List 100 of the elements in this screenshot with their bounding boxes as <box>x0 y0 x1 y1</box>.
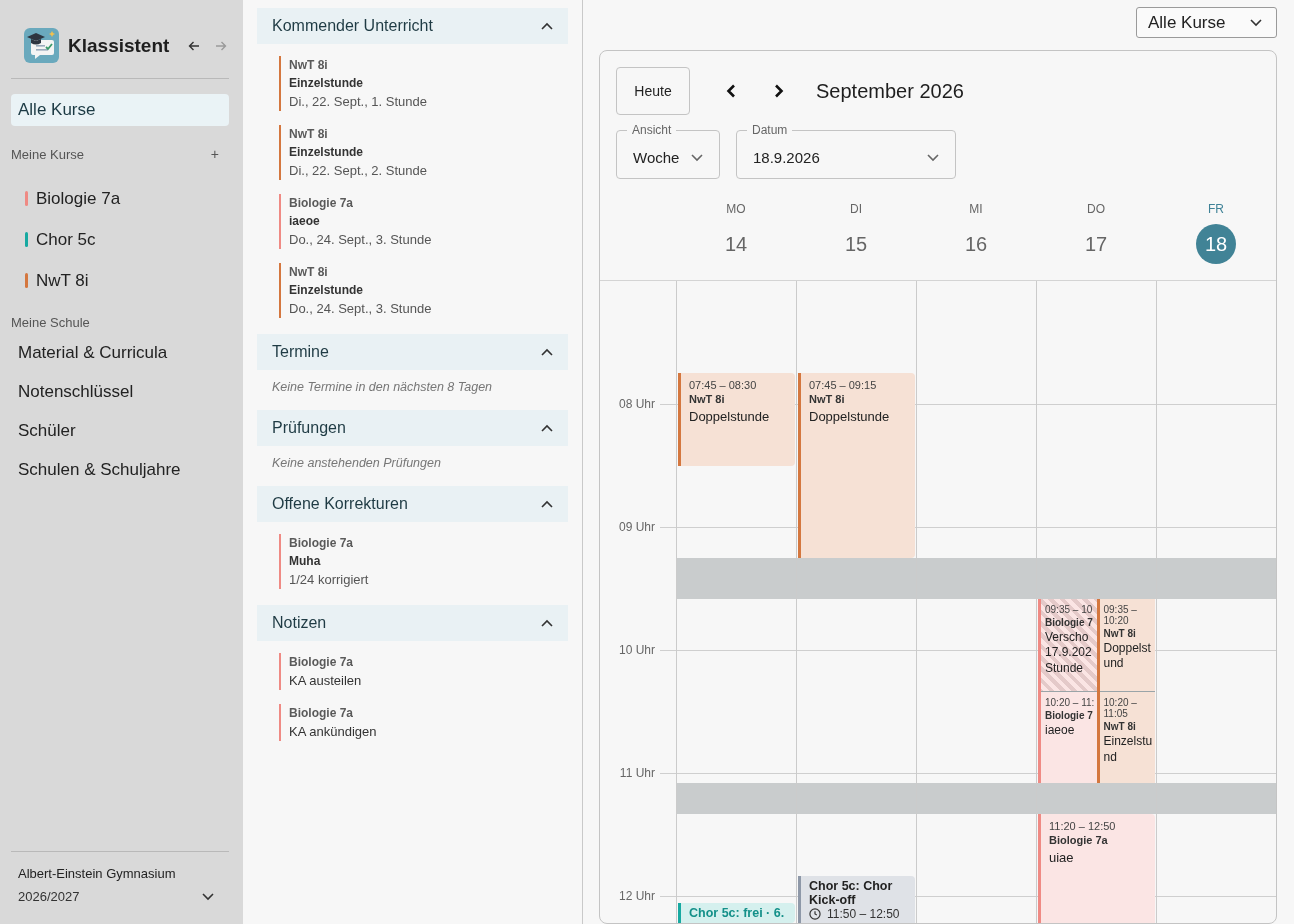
panel-header[interactable]: Kommender Unterricht <box>257 8 568 44</box>
item-title[interactable]: Einzelstunde <box>289 76 428 90</box>
empty-message: Keine Termine in den nächsten 8 Tagen <box>271 379 494 396</box>
calendar-event[interactable]: 10:20 – 11: Biologie 7 iaeoe <box>1038 691 1097 784</box>
calendar-event[interactable]: Chor 5c: Chor Kick-off 11:50 – 12:50 <box>798 875 915 923</box>
item-detail: Do., 24. Sept., 3. Stunde <box>289 301 432 316</box>
clock-icon <box>809 908 821 921</box>
course-name: NwT 8i <box>289 127 329 141</box>
day-number[interactable]: 17 <box>1076 224 1116 264</box>
course-filter-dropdown[interactable]: Alle Kurse <box>1136 7 1277 38</box>
course-link[interactable]: NwT 8i <box>36 270 89 291</box>
event-course: Biologie 7 <box>1045 616 1094 628</box>
day-number[interactable]: 18 <box>1196 224 1236 264</box>
event-course: Biologie 7 <box>1045 710 1094 721</box>
weekday-label: DO <box>1087 202 1105 216</box>
day-number[interactable]: 14 <box>716 224 756 264</box>
event-course: NwT 8i <box>809 393 846 406</box>
item-title[interactable]: Einzelstunde <box>289 145 428 159</box>
event-time: 10:20 – 11:05 <box>1103 697 1138 719</box>
course-name: Biologie 7a <box>289 536 354 550</box>
event-title: Doppelstunde <box>689 408 771 427</box>
item-detail: Do., 24. Sept., 3. Stunde <box>289 232 432 247</box>
school-year: 2026/2027 <box>18 889 80 904</box>
event-time: 11:50 – 12:50 <box>827 907 900 922</box>
sidebar-item[interactable]: Material & Curricula <box>11 333 229 372</box>
logo-icon <box>24 28 59 63</box>
event-time: 07:45 – 08:30 <box>689 379 758 392</box>
section-heading: Meine Schule <box>11 315 91 330</box>
chevron-up-icon <box>541 22 553 30</box>
chevron-down-icon <box>202 892 214 901</box>
event-title: Einzelstund <box>1103 734 1154 766</box>
app-name: Klassistent <box>68 34 170 57</box>
course-name: NwT 8i <box>289 58 329 72</box>
hour-label: 12 Uhr <box>617 889 655 903</box>
school-name: Albert-Einstein Gymnasium <box>18 866 177 881</box>
sidebar-item[interactable]: Notenschlüssel <box>11 372 229 411</box>
event-course: NwT 8i <box>1103 627 1137 639</box>
event-time: 09:35 – 10:20 <box>1103 603 1138 626</box>
event-title: Doppelstunde <box>809 408 891 427</box>
sidebar-item[interactable]: Schulen & Schuljahre <box>11 450 229 489</box>
event-course: NwT 8i <box>1103 721 1137 732</box>
event-time: 10:20 – 11: <box>1045 697 1096 708</box>
add-button[interactable]: + <box>210 146 219 162</box>
day-number[interactable]: 16 <box>956 224 996 264</box>
event-time: 07:45 – 09:15 <box>809 379 878 392</box>
sidebar-item[interactable]: Alle Kurse <box>11 94 229 126</box>
chevron-left-icon <box>726 84 736 98</box>
chevron-up-icon <box>541 424 553 432</box>
today-button[interactable]: Heute <box>616 67 690 115</box>
year-dropdown-button[interactable] <box>202 892 214 901</box>
item-title[interactable]: iaeoe <box>289 214 432 228</box>
event-title: Chor 5c: Chor Kick-off <box>809 878 894 908</box>
course-name: Biologie 7a <box>289 706 354 720</box>
sidebar-item[interactable]: Schüler <box>11 411 229 450</box>
calendar-event[interactable]: 07:45 – 08:30 NwT 8i Doppelstunde <box>678 373 795 466</box>
course-name: Biologie 7a <box>289 655 354 669</box>
hour-label: 09 Uhr <box>617 520 655 534</box>
day-number[interactable]: 15 <box>836 224 876 264</box>
calendar-event[interactable]: 11:20 – 12:50 Biologie 7a uiae <box>1038 814 1155 923</box>
panel-header[interactable]: Offene Korrekturen <box>257 486 568 522</box>
note-text[interactable]: KA austeilen <box>289 673 362 688</box>
hour-label: 10 Uhr <box>617 643 655 657</box>
chevron-down-icon <box>691 153 703 162</box>
weekday-label: FR <box>1208 202 1224 216</box>
chevron-up-icon <box>541 619 553 627</box>
chevron-right-icon <box>774 84 784 98</box>
event-title: iaeoe <box>1045 723 1076 739</box>
date-field[interactable]: Datum 18.9.2026 <box>736 123 956 179</box>
chevron-down-icon <box>927 153 939 162</box>
event-title: Doppelstund <box>1103 640 1152 672</box>
hour-label: 11 Uhr <box>618 766 655 780</box>
weekday-label: MI <box>969 202 983 216</box>
calendar-event[interactable]: 10:20 – 11:05 NwT 8i Einzelstund <box>1096 691 1155 784</box>
section-heading: Meine Kurse <box>11 146 84 162</box>
course-link[interactable]: Chor 5c <box>36 229 96 250</box>
arrow-left-icon <box>188 39 201 52</box>
panel-header[interactable]: Notizen <box>257 605 568 641</box>
course-name: NwT 8i <box>289 265 329 279</box>
arrow-right-icon <box>215 39 228 52</box>
course-name: Biologie 7a <box>289 196 354 210</box>
weekday-label: DI <box>850 202 862 216</box>
note-text[interactable]: KA ankündigen <box>289 724 377 739</box>
item-title[interactable]: Einzelstunde <box>289 283 432 297</box>
empty-message: Keine anstehenden Prüfungen <box>271 455 442 472</box>
event-time: 09:35 – 10 <box>1045 603 1094 615</box>
item-detail: Di., 22. Sept., 2. Stunde <box>289 163 428 178</box>
panel-header[interactable]: Prüfungen <box>257 410 568 446</box>
calendar-event[interactable]: 07:45 – 09:15 NwT 8i Doppelstunde <box>798 373 915 558</box>
calendar-event[interactable]: 09:35 – 10 Biologie 7 Verscho 17.9.202 Stunde <box>1038 598 1097 691</box>
chevron-up-icon <box>541 500 553 508</box>
item-title[interactable]: Muha <box>289 554 369 568</box>
panel-header[interactable]: Termine <box>257 334 568 370</box>
chevron-up-icon <box>541 348 553 356</box>
month-title: September 2026 <box>816 79 964 103</box>
view-select[interactable]: Ansicht Woche <box>616 123 720 179</box>
item-detail: 1/24 korrigiert <box>289 572 369 587</box>
chevron-down-icon <box>1250 18 1262 27</box>
event-course: NwT 8i <box>689 393 726 406</box>
course-link[interactable]: Biologie 7a <box>36 188 121 209</box>
calendar-event[interactable]: 09:35 – 10:20 NwT 8i Doppelstund <box>1096 598 1155 691</box>
